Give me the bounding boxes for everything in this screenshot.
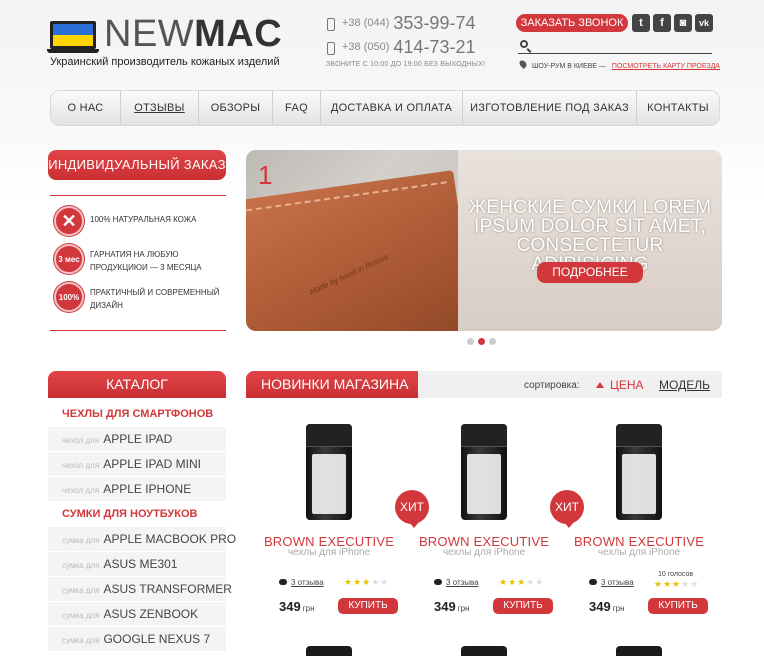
showroom-map-link[interactable]: ПОСМОТРЕТЬ КАРТУ ПРОЕЗДА (612, 63, 720, 70)
new-products-title: НОВИНКИ МАГАЗИНА (246, 371, 418, 398)
product-image[interactable] (306, 424, 352, 520)
brand-name: NEWMAC (104, 13, 283, 55)
product-card[interactable]: ХИТ BROWN EXECUTIVE чехлы для iPhone 3 о… (395, 410, 559, 620)
nav-faq[interactable]: FAQ (273, 91, 321, 125)
product-image-peek (461, 646, 507, 656)
tagline: Украинский производитель кожаных изделий (50, 56, 280, 68)
phones-block: +38 (044) 353-99-74 +38 (050) 414-73-21 ЗВ… (326, 14, 516, 74)
rating-stars[interactable]: ★★★★★ (654, 579, 699, 590)
slide-number: 1 (258, 160, 273, 190)
catalog-section[interactable]: СУМКИ ДЛЯ НОУТБУКОВ (48, 502, 226, 527)
product-subtitle: чехлы для iPhone (597, 547, 681, 558)
catalog-item[interactable]: чехол для APPLE IPHONE (48, 477, 226, 502)
monitor-flag-icon (50, 21, 96, 49)
product-price: 349 грн (434, 599, 470, 614)
phone-icon (327, 42, 335, 55)
votes-count: 10 голосов (658, 571, 694, 578)
product-subtitle: чехлы для iPhone (442, 547, 526, 558)
main-nav: О НАС ОТЗЫВЫ ОБЗОРЫ FAQ ДОСТАВКА И ОПЛАТ… (50, 90, 720, 126)
catalog-item[interactable]: сумка для ASUS TRANSFORMER (48, 577, 232, 602)
buy-button[interactable]: КУПИТЬ (493, 598, 553, 614)
search-icon[interactable] (520, 40, 528, 48)
phone-number: 353-99-74 (393, 13, 476, 33)
product-price: 349 грн (279, 599, 315, 614)
product-price: 349 грн (589, 599, 625, 614)
sort-label: сортировка: (524, 380, 580, 391)
product-subtitle: чехлы для iPhone (287, 547, 371, 558)
vk-icon[interactable]: vk (695, 14, 713, 32)
phone-1[interactable]: +38 (044) 353-99-74 (326, 14, 516, 36)
phone-number: 414-73-21 (393, 37, 476, 57)
custom-order-button[interactable]: ИНДИВИДУАЛЬНЫЙ ЗАКАЗ (48, 150, 226, 180)
warranty-badge-icon: 3 мес (54, 244, 84, 274)
sort-by-model[interactable]: МОДЕЛЬ (659, 378, 710, 392)
catalog-title: КАТАЛОГ (48, 371, 226, 398)
hero-slider[interactable]: Made by hand in Russia 1 ЖЕНСКИЕ СУМКИ L… (246, 150, 722, 331)
product-card[interactable]: ХИТ BROWN EXECUTIVE чехлы для iPhone 10 … (550, 410, 714, 620)
callback-button[interactable]: ЗАКАЗАТЬ ЗВОНОК (516, 14, 628, 32)
working-hours: ЗВОНИТЕ С 10:00 ДО 19:00 БЕЗ ВЫХОДНЫХ! (326, 61, 486, 68)
hit-badge: ХИТ (550, 490, 584, 528)
nav-about[interactable]: О НАС (51, 91, 121, 125)
product-card[interactable]: BROWN EXECUTIVE чехлы для iPhone 3 отзыв… (254, 410, 404, 620)
catalog-item[interactable]: сумка для GOOGLE NEXUS 7 (48, 627, 226, 652)
phone-icon (327, 18, 335, 31)
product-image[interactable] (616, 424, 662, 520)
catalog-item[interactable]: сумка для APPLE MACBOOK PRO (48, 527, 236, 552)
catalog-section[interactable]: ЧЕХЛЫ ДЛЯ СМАРТФОНОВ (48, 402, 226, 427)
feature-warranty: 3 мес ГАРНАТИЯ НА ЛЮБУЮ ПРОДУКЦИЮИ — 3 М… (54, 244, 226, 278)
buy-button[interactable]: КУПИТЬ (648, 598, 708, 614)
catalog-item[interactable]: чехол для APPLE IPAD (48, 427, 226, 452)
reviews-link[interactable]: 3 отзыва (589, 578, 634, 587)
map-pin-icon (518, 59, 528, 69)
rating-stars[interactable]: ★★★★★ (344, 577, 389, 588)
catalog-item[interactable]: сумка для ASUS ZENBOOK (48, 602, 226, 627)
catalog-list: ЧЕХЛЫ ДЛЯ СМАРТФОНОВ чехол для APPLE IPAD… (48, 402, 236, 652)
search-input[interactable] (518, 38, 712, 54)
divider (50, 330, 226, 331)
feature-design: 100% ПРАКТИЧНЫЙ И СОВРЕМЕННЫЙ ДИЗАЙН (54, 282, 226, 316)
nav-custom-order[interactable]: ИЗГОТОВЛЕНИЕ ПОД ЗАКАЗ (463, 91, 637, 125)
nav-delivery[interactable]: ДОСТАВКА И ОПЛАТА (321, 91, 463, 125)
rating-stars[interactable]: ★★★★★ (499, 577, 544, 588)
reviews-link[interactable]: 3 отзыва (434, 578, 479, 587)
nav-overviews[interactable]: ОБЗОРЫ (199, 91, 273, 125)
logo[interactable]: NEWMAC Украинский производитель кожаных … (47, 14, 282, 70)
slider-dot-3[interactable] (489, 338, 496, 345)
feature-leather: ✕ 100% НАТУРАЛЬНАЯ КОЖА (54, 206, 226, 240)
buy-button[interactable]: КУПИТЬ (338, 598, 398, 614)
leather-icon: ✕ (54, 206, 84, 236)
instagram-icon[interactable]: ◙ (674, 14, 692, 32)
phone-code: +38 (050) (342, 41, 390, 53)
nav-reviews[interactable]: ОТЗЫВЫ (121, 91, 199, 125)
sort-by-price[interactable]: ЦЕНА (596, 378, 644, 392)
sort-arrow-icon (596, 382, 604, 388)
catalog-item[interactable]: сумка для ASUS ME301 (48, 552, 226, 577)
slider-dot-1[interactable] (467, 338, 474, 345)
facebook-icon[interactable]: f (653, 14, 671, 32)
showroom-info: ШОУ-РУМ В КИЕВЕ — ПОСМОТРЕТЬ КАРТУ ПРОЕЗД… (518, 59, 720, 70)
slider-dot-2[interactable] (478, 338, 485, 345)
slide-more-button[interactable]: ПОДРОБНЕЕ (537, 262, 643, 283)
hundred-percent-icon: 100% (54, 282, 84, 312)
phone-2[interactable]: +38 (050) 414-73-21 (326, 38, 516, 60)
twitter-icon[interactable]: t (632, 14, 650, 32)
reviews-link[interactable]: 3 отзыва (279, 578, 324, 587)
divider (50, 195, 226, 196)
product-image-peek (306, 646, 352, 656)
phone-code: +38 (044) (342, 17, 390, 29)
nav-contacts[interactable]: КОНТАКТЫ (637, 91, 719, 125)
product-image-peek (616, 646, 662, 656)
product-image[interactable] (461, 424, 507, 520)
catalog-item[interactable]: чехол для APPLE IPAD MINI (48, 452, 226, 477)
hit-badge: ХИТ (395, 490, 429, 528)
